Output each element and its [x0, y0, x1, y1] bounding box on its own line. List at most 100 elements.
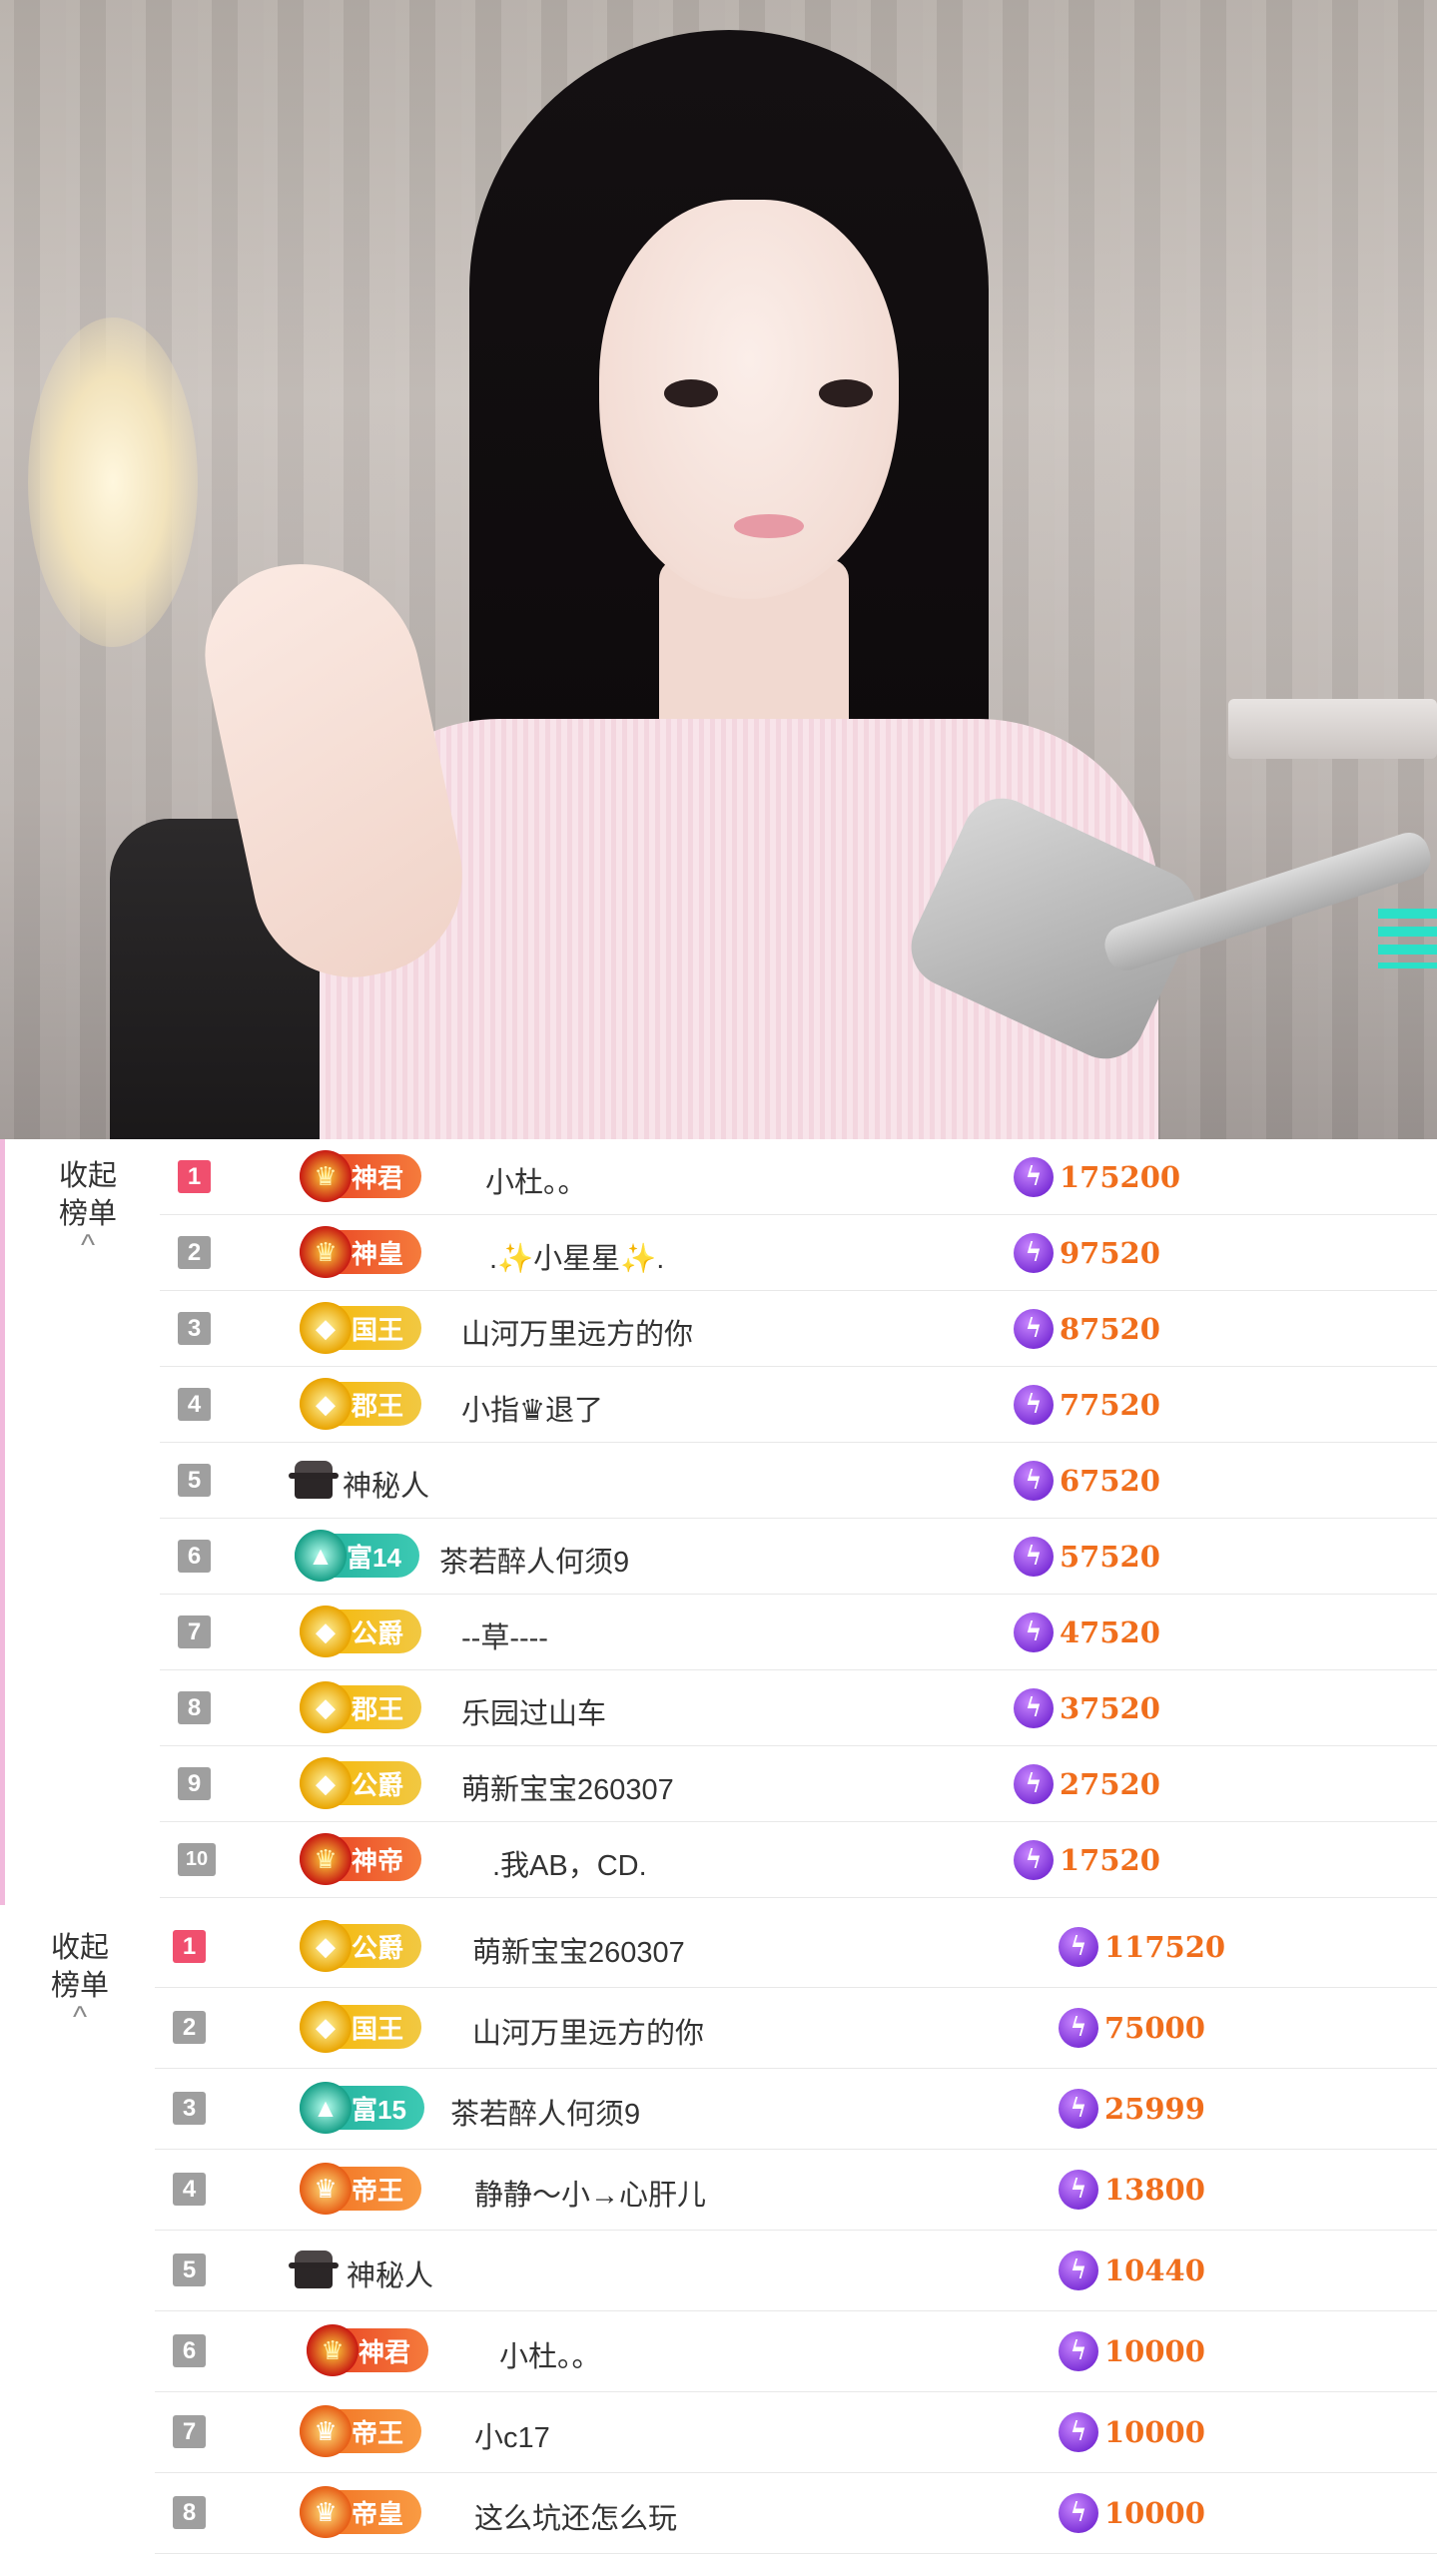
crest-icon: ♛: [300, 2405, 352, 2457]
level-badge: ◆ 公爵: [300, 1920, 422, 1972]
username[interactable]: 小杜。。: [499, 2333, 601, 2375]
ranking-row[interactable]: 5 神秘人 ϟ 67520: [160, 1443, 1437, 1519]
ranking-row[interactable]: 8 ♛ 帝皇 这么坑还怎么玩 ϟ 10000: [155, 2473, 1437, 2554]
ranking-row[interactable]: 3 ◆ 国王 山河万里远方的你 ϟ 87520: [160, 1291, 1437, 1367]
ranking-row[interactable]: 1 ◆ 公爵 萌新宝宝260307 ϟ 117520: [155, 1907, 1437, 1988]
diamond-crest-icon: ◆: [300, 2001, 352, 2053]
rank-number: 7: [178, 1615, 211, 1648]
rank-number: 2: [173, 2011, 206, 2044]
username[interactable]: 小指♛退了: [461, 1387, 603, 1429]
bolt-icon: ϟ: [1059, 2008, 1098, 2048]
username[interactable]: 神秘人: [347, 2253, 433, 2294]
diamond-crest-icon: ◆: [300, 1378, 352, 1430]
contribution-score: ϟ 117520: [1059, 1927, 1225, 1967]
background-shelf: [1228, 699, 1437, 759]
username[interactable]: 乐园过山车: [461, 1690, 606, 1732]
ranking-list: 1 ♛ 神君 小杜。。 ϟ 175200 2 ♛ 神皇 .✨小星星✨. ϟ 97520 …: [160, 1139, 1437, 1898]
collapse-list-button[interactable]: 收起 榜单 ^: [30, 1929, 130, 2034]
level-badge: ♛ 神皇: [300, 1226, 422, 1278]
contribution-score: ϟ 87520: [1014, 1309, 1160, 1349]
level-badge: ◆ 国王: [300, 2001, 422, 2053]
username[interactable]: 萌新宝宝260307: [461, 1766, 674, 1808]
username[interactable]: --草----: [461, 1614, 548, 1656]
streamer-eye-left: [664, 379, 718, 407]
level-badge: ♛ 神帝: [300, 1833, 422, 1885]
contribution-score: ϟ 17520: [1014, 1840, 1160, 1880]
streamer-lips: [734, 514, 804, 538]
ranking-list: 1 ◆ 公爵 萌新宝宝260307 ϟ 117520 2 ◆ 国王 山河万里远方的你 …: [155, 1907, 1437, 2554]
username[interactable]: 静静～小→心肝儿: [474, 2172, 706, 2214]
bolt-icon: ϟ: [1014, 1461, 1054, 1501]
ranking-row[interactable]: 6 ♛ 神君 小杜。。 ϟ 10000: [155, 2311, 1437, 2392]
rank-number: 6: [178, 1540, 211, 1573]
rank-number: 4: [173, 2173, 206, 2206]
level-badge: ♛ 神君: [300, 1150, 422, 1202]
rank-number: 6: [173, 2334, 206, 2367]
bolt-icon: ϟ: [1014, 1537, 1054, 1577]
level-badge: ◆ 国王: [300, 1302, 422, 1354]
crest-icon: ♛: [307, 2324, 359, 2376]
wealth-badge: ▲ 富15: [300, 2082, 424, 2134]
ranking-row[interactable]: 5 神秘人 ϟ 10440: [155, 2231, 1437, 2311]
bolt-icon: ϟ: [1059, 2170, 1098, 2210]
crest-icon: ♛: [300, 1833, 352, 1885]
level-badge: ◆ 公爵: [300, 1757, 422, 1809]
ranking-row[interactable]: 2 ◆ 国王 山河万里远方的你 ϟ 75000: [155, 1988, 1437, 2069]
ranking-row[interactable]: 3 ▲ 富15 茶若醉人何须9 ϟ 25999: [155, 2069, 1437, 2150]
username[interactable]: 茶若醉人何须9: [439, 1539, 629, 1581]
rank-number: 10: [178, 1843, 216, 1876]
ranking-row[interactable]: 7 ◆ 公爵 --草---- ϟ 47520: [160, 1595, 1437, 1670]
collapse-label-line1: 收起: [50, 1932, 109, 1964]
bolt-icon: ϟ: [1014, 1157, 1054, 1197]
ranking-row[interactable]: 4 ♛ 帝王 静静～小→心肝儿 ϟ 13800: [155, 2150, 1437, 2231]
ranking-row[interactable]: 10 ♛ 神帝 .我AB，CD. ϟ 17520: [160, 1822, 1437, 1898]
wealth-badge: ▲ 富14: [295, 1530, 419, 1582]
level-badge: ◆ 郡王: [300, 1681, 422, 1733]
ranking-row[interactable]: 8 ◆ 郡王 乐园过山车 ϟ 37520: [160, 1670, 1437, 1746]
crest-icon: ♛: [300, 1150, 352, 1202]
ranking-row[interactable]: 1 ♛ 神君 小杜。。 ϟ 175200: [160, 1139, 1437, 1215]
ranking-row[interactable]: 6 ▲ 富14 茶若醉人何须9 ϟ 57520: [160, 1519, 1437, 1595]
triangle-crest-icon: ▲: [300, 2082, 352, 2134]
ranking-row[interactable]: 2 ♛ 神皇 .✨小星星✨. ϟ 97520: [160, 1215, 1437, 1291]
contribution-score: ϟ 10440: [1059, 2251, 1205, 2290]
bolt-icon: ϟ: [1014, 1233, 1054, 1273]
bolt-icon: ϟ: [1014, 1840, 1054, 1880]
rank-number: 4: [178, 1388, 211, 1421]
bolt-icon: ϟ: [1059, 2493, 1098, 2533]
username[interactable]: 这么坑还怎么玩: [474, 2495, 677, 2537]
username[interactable]: .✨小星星✨.: [489, 1235, 664, 1277]
diamond-crest-icon: ◆: [300, 1757, 352, 1809]
contribution-score: ϟ 37520: [1014, 1688, 1160, 1728]
rank-number: 8: [173, 2496, 206, 2529]
username[interactable]: 山河万里远方的你: [461, 1311, 693, 1353]
username[interactable]: 萌新宝宝260307: [472, 1929, 685, 1971]
collapse-label-line2: 榜单: [50, 1970, 109, 2002]
live-stream-frame[interactable]: [0, 0, 1437, 1139]
background-lamp: [28, 318, 198, 647]
rank-number: 9: [178, 1767, 211, 1800]
username[interactable]: 茶若醉人何须9: [450, 2091, 640, 2133]
level-badge: ◆ 公爵: [300, 1606, 422, 1657]
bolt-icon: ϟ: [1014, 1764, 1054, 1804]
rank-number: 3: [173, 2092, 206, 2125]
collapse-list-button[interactable]: 收起 榜单 ^: [38, 1157, 138, 1261]
contribution-score: ϟ 97520: [1014, 1233, 1160, 1273]
username[interactable]: 山河万里远方的你: [472, 2010, 704, 2052]
username[interactable]: 小杜。。: [485, 1159, 587, 1201]
contribution-score: ϟ 77520: [1014, 1385, 1160, 1425]
username[interactable]: 小c17: [474, 2414, 550, 2456]
username[interactable]: .我AB，CD.: [492, 1842, 647, 1884]
ranking-row[interactable]: 4 ◆ 郡王 小指♛退了 ϟ 77520: [160, 1367, 1437, 1443]
ranking-row[interactable]: 9 ◆ 公爵 萌新宝宝260307 ϟ 27520: [160, 1746, 1437, 1822]
username[interactable]: 神秘人: [343, 1463, 429, 1505]
contribution-score: ϟ 13800: [1059, 2170, 1205, 2210]
chevron-up-icon: ^: [72, 2001, 88, 2034]
contribution-score: ϟ 10000: [1059, 2493, 1205, 2533]
ranking-row[interactable]: 7 ♛ 帝王 小c17 ϟ 10000: [155, 2392, 1437, 2473]
mystery-user-icon: [289, 1461, 339, 1499]
rank-number: 1: [173, 1930, 206, 1963]
bolt-icon: ϟ: [1014, 1385, 1054, 1425]
rank-number: 1: [178, 1160, 211, 1193]
rank-number: 8: [178, 1691, 211, 1724]
